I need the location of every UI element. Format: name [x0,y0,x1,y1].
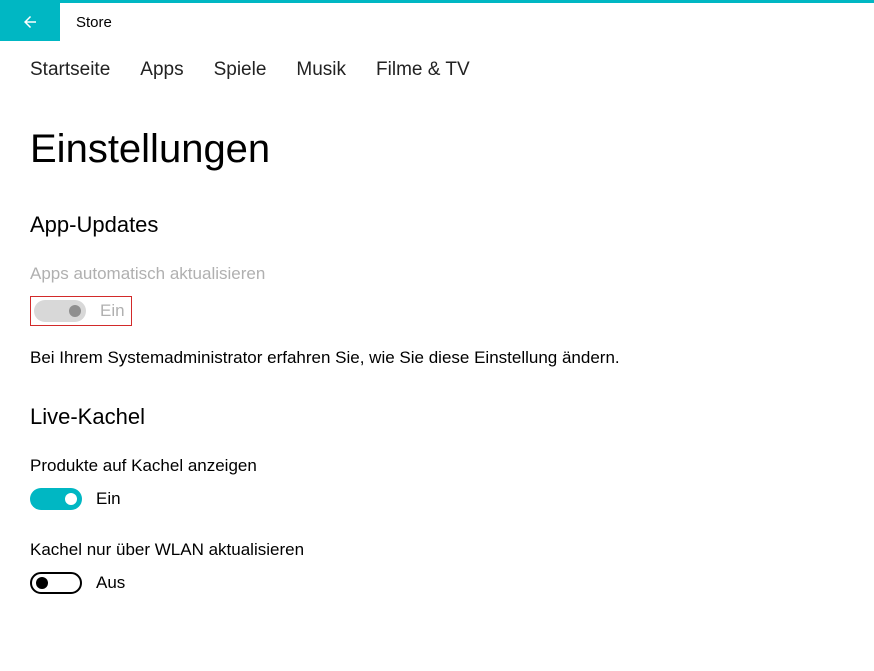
info-text-admin: Bei Ihrem Systemadministrator erfahren S… [30,348,844,368]
setting-block-wlan: Kachel nur über WLAN aktualisieren Aus [30,540,844,594]
app-title: Store [76,14,112,31]
setting-label-auto-update: Apps automatisch aktualisieren [30,264,844,284]
tab-apps[interactable]: Apps [140,59,183,81]
toggle-state-wlan: Aus [96,573,125,593]
toggle-row-products: Ein [30,488,844,510]
toggle-products-on-tile[interactable] [30,488,82,510]
toggle-state-products: Ein [96,489,121,509]
content-area: Einstellungen App-Updates Apps automatis… [0,127,874,594]
toggle-state-auto-update: Ein [100,301,125,321]
setting-label-wlan: Kachel nur über WLAN aktualisieren [30,540,844,560]
nav-tabs: Startseite Apps Spiele Musik Filme & TV [0,41,874,95]
titlebar: Store [0,3,874,41]
arrow-left-icon [21,13,39,31]
back-button[interactable] [0,3,60,41]
tab-musik[interactable]: Musik [296,59,346,81]
toggle-knob [36,577,48,589]
page-title: Einstellungen [30,127,844,172]
toggle-knob [69,305,81,317]
setting-block-products: Produkte auf Kachel anzeigen Ein [30,456,844,510]
section-heading-app-updates: App-Updates [30,212,844,238]
tab-startseite[interactable]: Startseite [30,59,110,81]
toggle-wlan-only[interactable] [30,572,82,594]
tab-spiele[interactable]: Spiele [214,59,267,81]
toggle-auto-update [34,300,86,322]
toggle-row-wlan: Aus [30,572,844,594]
section-heading-live-tile: Live-Kachel [30,404,844,430]
highlighted-toggle: Ein [30,296,132,326]
toggle-knob [65,493,77,505]
tab-filme-tv[interactable]: Filme & TV [376,59,470,81]
setting-label-products: Produkte auf Kachel anzeigen [30,456,844,476]
